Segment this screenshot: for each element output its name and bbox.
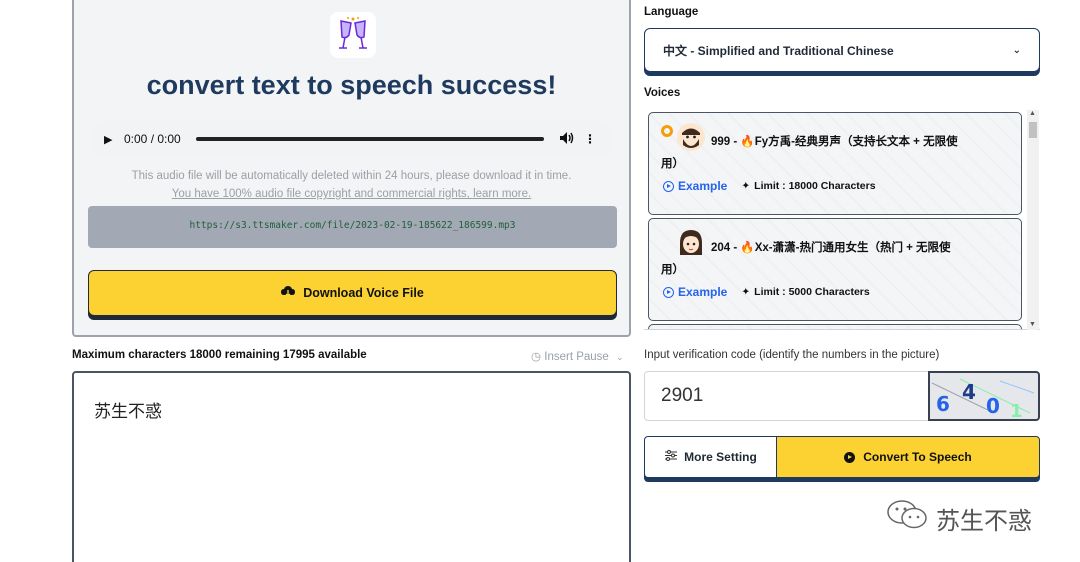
voices-list[interactable]: 999 - 🔥Fy方禹-经典男声（支持长文本 + 无限使 用） Example … [644,108,1040,330]
voice-title: 204 - 🔥Xx-潇潇-热门通用女生（热门 + 无限使 [711,242,951,254]
conversion-result-panel: convert text to speech success! ▶ 0:00 /… [72,0,631,337]
chevron-down-icon: ⌄ [1012,44,1021,56]
voice-card[interactable]: 999 - 🔥Fy方禹-经典男声（支持长文本 + 无限使 用） Example … [648,112,1022,215]
scroll-up-icon[interactable]: ▲ [1029,110,1036,117]
volume-icon[interactable] [560,131,580,147]
verification-label: Input verification code (identify the nu… [644,349,940,361]
captcha-digit: 4 [962,380,976,404]
success-title: convert text to speech success! [146,70,557,100]
audio-progress-track[interactable] [196,137,544,141]
language-select[interactable]: 中文 - Simplified and Traditional Chinese … [644,28,1040,72]
voice-card[interactable]: 204 - 🔥Xx-潇潇-热门通用女生（热门 + 无限使 用） Example … [648,218,1022,321]
captcha-digit: 1 [1010,401,1023,419]
example-button[interactable]: Example [663,179,727,193]
captcha-digit: 6 [936,392,950,416]
cloud-download-icon [281,285,296,301]
download-voice-button[interactable]: Download Voice File [88,270,617,316]
voices-scrollbar[interactable]: ▲ ▼ [1027,110,1039,330]
captcha-image[interactable]: 6 4 0 1 [928,371,1040,422]
copyright-link[interactable]: You have 100% audio file copyright and c… [74,188,629,200]
captcha-digit: 0 [986,394,1000,418]
insert-pause-dropdown[interactable]: ◷ Insert Pause ⌄ [531,349,624,363]
audio-time: 0:00 / 0:00 [124,132,181,146]
verification-code-input[interactable]: 2901 [644,371,929,421]
voice-title: 999 - 🔥Fy方禹-经典男声（支持长文本 + 无限使 [711,136,958,148]
voice-title-cont: 用） [661,158,684,170]
play-circle-icon [663,286,674,298]
more-setting-button[interactable]: More Setting [644,436,778,478]
audio-player[interactable]: ▶ 0:00 / 0:00 ⋮ [90,120,614,158]
wechat-icon [886,498,930,538]
more-setting-label: More Setting [684,450,757,464]
play-icon[interactable]: ▶ [104,133,122,146]
sparkle-icon: ✦ [741,286,751,298]
voice-limit: Limit : 5000 Characters [754,286,870,298]
more-options-icon[interactable]: ⋮ [580,132,600,146]
play-circle-icon [844,451,856,463]
example-label: Example [678,285,728,299]
download-label: Download Voice File [303,286,424,300]
auto-delete-note: This audio file will be automatically de… [131,170,572,182]
text-input[interactable]: 苏生不惑 [72,371,631,562]
insert-pause-label: Insert Pause [544,351,609,363]
voice-limit: Limit : 18000 Characters [754,180,876,192]
example-label: Example [678,179,728,193]
voice-card-partial[interactable] [648,324,1022,329]
sliders-icon [665,450,678,464]
scroll-down-icon[interactable]: ▼ [1029,321,1036,328]
clock-icon: ◷ [531,351,542,363]
chevron-down-icon: ⌄ [616,352,624,362]
unselected-radio-icon[interactable] [661,231,673,243]
example-button[interactable]: Example [663,285,727,299]
convert-label: Convert To Speech [863,450,972,464]
cheers-icon [330,12,376,58]
scrollbar-thumb[interactable] [1029,122,1037,138]
watermark: 苏生不惑 [886,498,1032,538]
play-circle-icon [663,180,674,192]
language-label: Language [644,6,699,18]
sparkle-icon: ✦ [741,180,751,192]
voice-title-cont: 用） [661,264,684,276]
language-selected-value: 中文 - Simplified and Traditional Chinese [663,43,894,58]
character-count: Maximum characters 18000 remaining 17995… [72,349,367,361]
male-avatar-icon [677,123,705,151]
watermark-text: 苏生不惑 [936,506,1032,535]
voices-label: Voices [644,87,681,99]
selected-radio-icon[interactable] [661,125,673,137]
file-url-box[interactable]: https://s3.ttsmaker.com/file/2023-02-19-… [88,206,617,248]
convert-to-speech-button[interactable]: Convert To Speech [776,436,1040,478]
female-avatar-icon [677,229,705,257]
